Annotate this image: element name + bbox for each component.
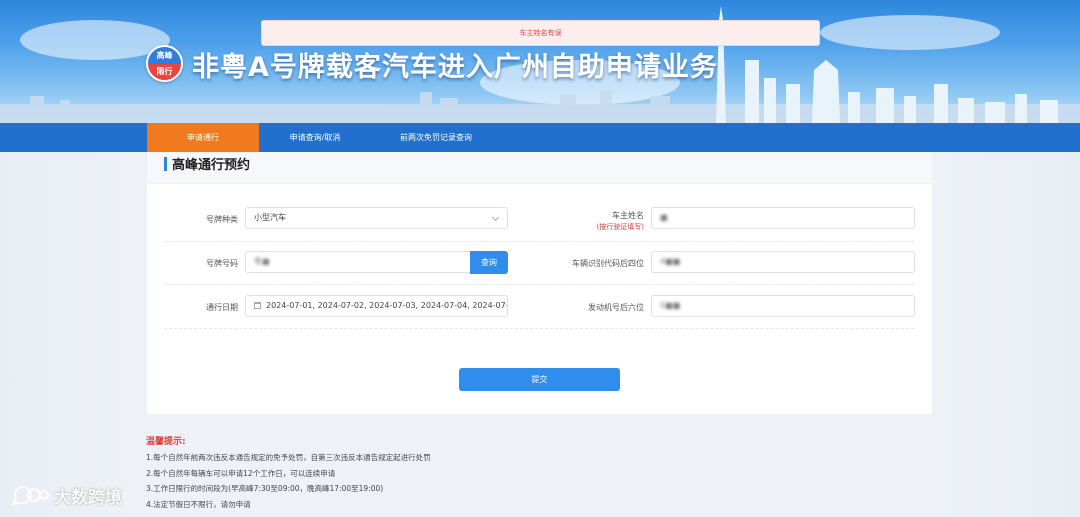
engine-number-value: 0■■ <box>660 301 681 310</box>
engine-number-label: 发动机号后六位 <box>588 303 644 312</box>
calendar-icon <box>254 302 261 309</box>
tip-item: 4.法定节假日不限行，请勿申请 <box>146 499 251 509</box>
header-banner: 车主姓名有误 高峰 限行 非粤A号牌载客汽车进入广州自助申请业务 <box>0 0 1080 123</box>
row-divider <box>164 328 914 329</box>
plate-number-input[interactable]: 粤■ <box>245 251 471 273</box>
pass-dates-picker[interactable]: 2024-07-01, 2024-07-02, 2024-07-03, 2024… <box>245 295 508 317</box>
peak-restriction-badge: 高峰 限行 <box>146 45 183 82</box>
engine-number-input[interactable]: 0■■ <box>651 295 915 317</box>
card-header: 高峰通行预约 <box>147 152 932 184</box>
site-title: 非粤A号牌载客汽车进入广州自助申请业务 <box>192 52 718 83</box>
main-nav: 申请通行 申请查询/取消 前两次免罚记录查询 <box>0 123 1080 152</box>
plate-type-label: 号牌种类 <box>206 215 238 224</box>
form-title: 高峰通行预约 <box>172 158 251 173</box>
query-button[interactable]: 查询 <box>470 251 508 274</box>
submit-button[interactable]: 提交 <box>459 368 620 391</box>
vin-input[interactable]: 4■■ <box>651 251 915 273</box>
plate-type-select[interactable]: 小型汽车 <box>245 207 508 229</box>
page-background-right <box>932 152 1080 517</box>
plate-type-value: 小型汽车 <box>254 213 286 222</box>
owner-name-input[interactable]: ■ <box>651 207 915 229</box>
chevron-down-icon <box>491 213 500 222</box>
badge-bottom-text: 限行 <box>148 63 181 80</box>
tip-item: 2.每个自然年每辆车可以申请12个工作日，可以连续申请 <box>146 468 336 478</box>
tip-item: 3.工作日限行的时间段为(早高峰7:30至09:00，晚高峰17:00至19:0… <box>146 484 384 493</box>
tab-query-cancel[interactable]: 申请查询/取消 <box>259 123 371 152</box>
watermark-text: 大数跨境 <box>54 488 122 508</box>
owner-name-label-text: 车主姓名 <box>612 211 644 220</box>
tips-title: 温馨提示: <box>146 437 186 447</box>
tips-section: 温馨提示: 1.每个自然年前两次违反本通告规定的免予处罚，自第三次违反本通告规定… <box>146 434 431 512</box>
pass-dates-label: 通行日期 <box>206 303 238 312</box>
vin-value: 4■■ <box>660 257 681 266</box>
plate-number-value: 粤■ <box>254 257 270 266</box>
tip-item: 1.每个自然年前两次违反本通告规定的免予处罚，自第三次违反本通告规定起进行处罚 <box>146 453 431 462</box>
page-background-left <box>0 152 147 517</box>
tab-exemption-records[interactable]: 前两次免罚记录查询 <box>371 123 501 152</box>
plate-number-label: 号牌号码 <box>206 259 238 268</box>
tab-apply-pass[interactable]: 申请通行 <box>147 123 259 152</box>
pass-dates-value: 2024-07-01, 2024-07-02, 2024-07-03, 2024… <box>266 301 508 310</box>
vin-label: 车辆识别代码后四位 <box>572 259 644 268</box>
watermark: 大数跨境 <box>10 483 122 509</box>
row-divider <box>164 241 914 242</box>
row-divider <box>164 284 914 285</box>
chat-bubble-logo-icon <box>11 486 49 506</box>
owner-name-value: ■ <box>660 213 668 222</box>
owner-name-note: (按行驶证填写) <box>596 223 644 231</box>
owner-name-label: 车主姓名 (按行驶证填写) <box>560 210 644 232</box>
title-accent-bar <box>164 157 167 171</box>
error-alert: 车主姓名有误 <box>261 20 820 46</box>
badge-top-text: 高峰 <box>148 47 181 64</box>
